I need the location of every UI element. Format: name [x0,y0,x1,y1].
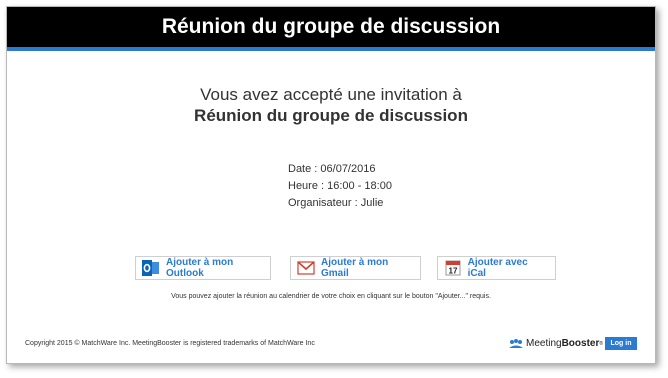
accepted-text: Vous avez accepté une invitation à [200,85,462,104]
instruction-note: Vous pouvez ajouter la réunion au calend… [171,293,491,300]
meeting-name: Réunion du groupe de discussion [194,106,468,125]
page-frame: Réunion du groupe de discussion Vous ave… [6,6,656,364]
meeting-details: Date : 06/07/2016 Heure : 16:00 - 18:00 … [288,161,392,212]
header-bar: Réunion du groupe de discussion [7,7,655,51]
meeting-date: Date : 06/07/2016 [288,163,376,175]
add-to-gmail-label: Ajouter à mon Gmail [321,257,389,279]
brand-trademark: ® [599,340,604,347]
page-title: Réunion du groupe de discussion [161,15,501,38]
meetingbooster-logo-icon [509,338,523,349]
svg-text:17: 17 [448,267,457,276]
meeting-time: Heure : 16:00 - 18:00 [288,180,392,192]
brand-suffix: Booster [561,338,600,349]
add-to-outlook-label: Ajouter à mon Outlook [166,257,234,279]
meetingbooster-logo: Meeting Booster ® [509,338,603,349]
brand-prefix: Meeting [526,338,562,349]
calendar-icon: 17 [444,260,462,276]
add-to-ical-button[interactable]: 17 Ajouter avec iCal [437,256,556,280]
copyright-text: Copyright 2015 © MatchWare Inc. MeetingB… [25,340,315,347]
login-button[interactable]: Log in [605,337,637,350]
outlook-icon [142,260,160,276]
add-to-outlook-button[interactable]: Ajouter à mon Outlook [135,256,271,280]
add-to-gmail-button[interactable]: Ajouter à mon Gmail [290,256,421,280]
add-to-ical-label: Ajouter avec iCal [467,257,528,279]
gmail-icon [297,260,315,276]
meeting-organizer: Organisateur : Julie [288,197,384,209]
